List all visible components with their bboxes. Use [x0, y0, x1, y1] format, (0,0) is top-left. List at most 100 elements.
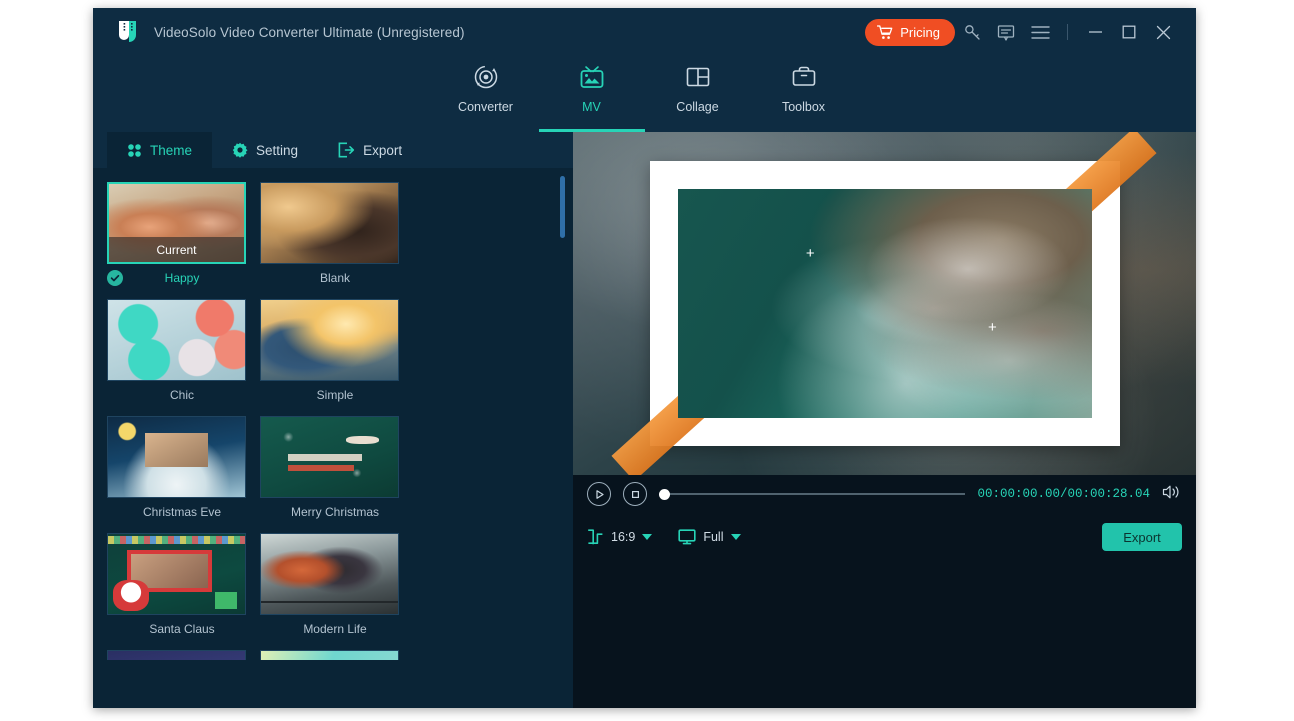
polaroid-frame: + +	[610, 132, 1157, 475]
module-tab-toolbox-label: Toolbox	[781, 100, 826, 114]
key-icon[interactable]	[955, 15, 989, 49]
theme-thumbnail	[107, 650, 246, 660]
theme-thumbnail	[260, 299, 399, 381]
chevron-down-icon	[730, 534, 741, 540]
app-title: VideoSolo Video Converter Ultimate (Unre…	[154, 24, 465, 40]
theme-label: Christmas Eve	[142, 505, 222, 519]
theme-selected-check-icon	[107, 270, 123, 286]
theme-list[interactable]: Current Happy Blank Chic Simple Christma…	[93, 168, 573, 660]
titlebar-divider	[1067, 24, 1068, 40]
theme-item-santa-claus[interactable]: Santa Claus	[107, 533, 257, 637]
pricing-button[interactable]: Pricing	[865, 18, 955, 46]
toolbox-case-icon	[792, 66, 815, 86]
tab-setting-label: Setting	[256, 142, 299, 158]
theme-thumbnail	[260, 416, 399, 498]
theme-item-chic[interactable]: Chic	[107, 299, 257, 403]
tab-theme[interactable]: Theme	[107, 132, 213, 168]
module-nav: Converter MV Collage Toolbox	[93, 56, 1196, 132]
theme-item-simple[interactable]: Simple	[260, 299, 410, 403]
aspect-ratio-selector[interactable]: 16:9	[587, 528, 653, 546]
gear-icon	[232, 142, 248, 158]
theme-current-badge: Current	[109, 237, 244, 262]
module-tab-converter[interactable]: Converter	[433, 56, 539, 132]
theme-thumbnail	[107, 533, 246, 615]
tab-theme-label: Theme	[150, 142, 193, 158]
preview-panel: + + 00:00:00.00/00:00:28.04 16:9 Full Ex…	[573, 132, 1196, 708]
theme-label: Simple	[316, 388, 354, 402]
marker-cross-2: +	[988, 318, 997, 336]
theme-item-snowy-night[interactable]: Snowy Night	[107, 650, 257, 660]
polaroid-inner: + +	[667, 179, 1102, 428]
preview-photo: + +	[677, 189, 1092, 418]
app-window: VideoSolo Video Converter Ultimate (Unre…	[93, 8, 1196, 708]
export-arrow-icon	[338, 142, 355, 158]
theme-item-christmas-eve[interactable]: Christmas Eve	[107, 416, 257, 520]
close-icon[interactable]	[1146, 15, 1180, 49]
left-panel: Theme Setting Export Current Happy Blank…	[93, 132, 573, 708]
preview-options: 16:9 Full Export	[573, 513, 1196, 561]
theme-thumbnail	[260, 533, 399, 615]
video-preview[interactable]: + +	[573, 132, 1196, 475]
left-tab-bar: Theme Setting Export	[93, 132, 573, 168]
collage-grid-icon	[686, 67, 709, 87]
pricing-label: Pricing	[900, 24, 940, 40]
theme-item-happy[interactable]: Current Happy	[107, 182, 257, 286]
module-tab-collage[interactable]: Collage	[645, 56, 751, 132]
theme-thumbnail	[107, 416, 246, 498]
theme-scrollbar[interactable]	[560, 176, 565, 566]
title-bar: VideoSolo Video Converter Ultimate (Unre…	[93, 8, 1196, 56]
play-icon	[595, 489, 604, 499]
play-button[interactable]	[587, 482, 611, 506]
theme-item-modern-life[interactable]: Modern Life	[260, 533, 410, 637]
mv-tv-icon	[580, 66, 603, 88]
seek-track	[667, 493, 966, 495]
theme-thumbnail	[260, 650, 399, 660]
theme-label: Merry Christmas	[290, 505, 379, 519]
title-bar-controls: Pricing	[865, 8, 1180, 56]
player-controls: 00:00:00.00/00:00:28.04	[573, 475, 1196, 513]
minimize-icon[interactable]	[1078, 15, 1112, 49]
theme-item-partial-1[interactable]	[260, 650, 410, 660]
converter-disc-icon	[474, 65, 497, 89]
stop-button[interactable]	[623, 482, 647, 506]
theme-label: Santa Claus	[149, 622, 215, 636]
seek-bar[interactable]	[659, 486, 966, 502]
monitor-icon	[678, 529, 696, 545]
theme-thumbnail: Current	[107, 182, 246, 264]
feedback-icon[interactable]	[989, 15, 1023, 49]
stop-icon	[631, 490, 639, 498]
module-tab-converter-label: Converter	[458, 100, 513, 114]
tab-setting[interactable]: Setting	[212, 132, 318, 168]
module-tab-collage-label: Collage	[676, 100, 719, 114]
scrollbar-thumb[interactable]	[560, 176, 565, 238]
screen-mode-value: Full	[703, 530, 724, 544]
seek-knob[interactable]	[659, 488, 670, 500]
theme-label: Modern Life	[303, 622, 367, 636]
chevron-down-icon	[642, 534, 653, 540]
tab-export[interactable]: Export	[318, 132, 422, 168]
volume-icon[interactable]	[1162, 484, 1182, 505]
aspect-ratio-value: 16:9	[611, 530, 636, 544]
theme-thumbnail	[107, 299, 246, 381]
tab-export-label: Export	[363, 142, 403, 158]
module-tab-mv-label: MV	[582, 100, 601, 114]
screen-mode-selector[interactable]: Full	[678, 529, 741, 545]
cart-icon	[877, 24, 893, 39]
theme-thumbnail	[260, 182, 399, 264]
theme-item-merry-christmas[interactable]: Merry Christmas	[260, 416, 410, 520]
module-tab-toolbox[interactable]: Toolbox	[751, 56, 857, 132]
theme-item-blank[interactable]: Blank	[260, 182, 410, 286]
export-button[interactable]: Export	[1102, 523, 1182, 551]
maximize-icon[interactable]	[1112, 15, 1146, 49]
hamburger-menu-icon[interactable]	[1023, 15, 1057, 49]
theme-label: Chic	[169, 388, 194, 402]
theme-label: Happy	[164, 271, 200, 285]
aspect-ratio-icon	[588, 528, 603, 544]
theme-grid-icon	[128, 143, 141, 157]
time-display: 00:00:00.00/00:00:28.04	[977, 487, 1150, 501]
videosolo-logo-icon	[119, 21, 136, 42]
theme-label: Blank	[319, 271, 351, 285]
module-tab-mv[interactable]: MV	[538, 56, 645, 132]
body-split: Theme Setting Export Current Happy Blank…	[93, 132, 1196, 708]
marker-cross-1: +	[805, 245, 815, 263]
